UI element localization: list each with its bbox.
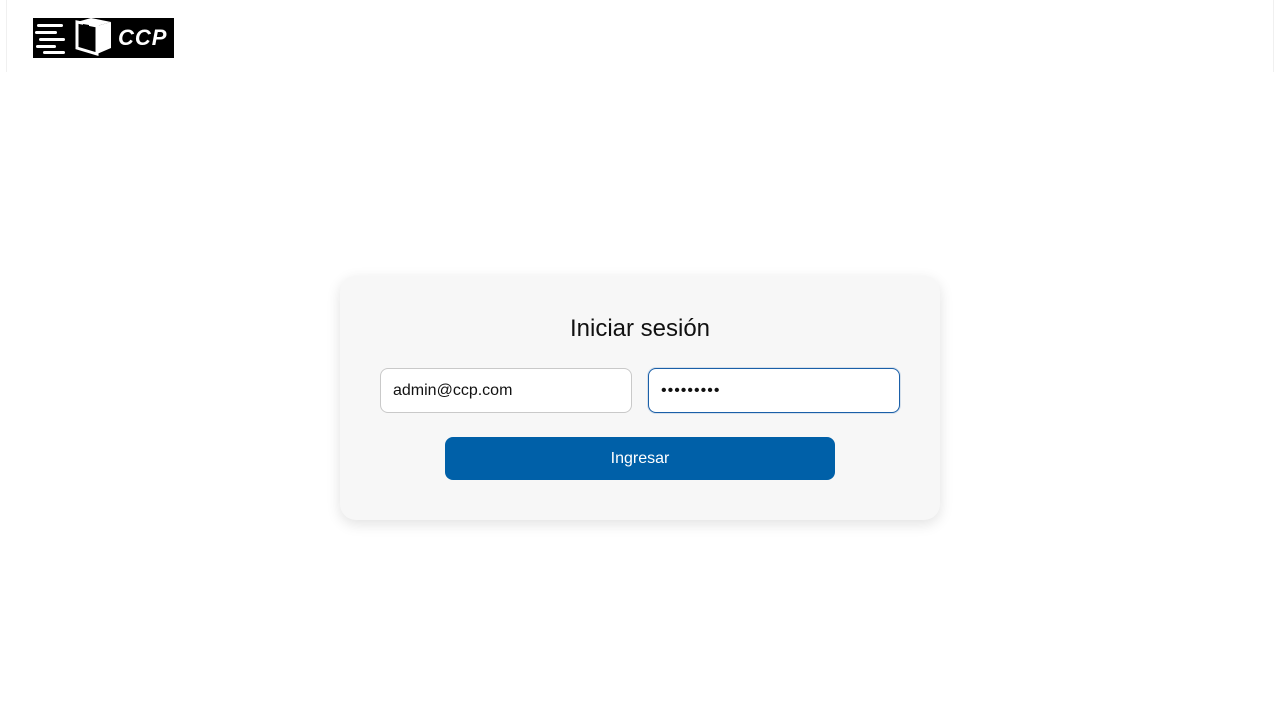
top-header: CCP (6, 0, 1274, 72)
login-button[interactable]: Ingresar (445, 437, 835, 480)
delivery-box-icon (35, 18, 111, 57)
login-title: Iniciar sesión (569, 315, 711, 342)
logo[interactable]: CCP (33, 18, 174, 58)
logo-text: CCP (118, 25, 168, 50)
login-card: Iniciar sesión Ingresar (340, 276, 940, 520)
email-field[interactable] (380, 368, 632, 413)
password-field[interactable] (648, 368, 900, 413)
